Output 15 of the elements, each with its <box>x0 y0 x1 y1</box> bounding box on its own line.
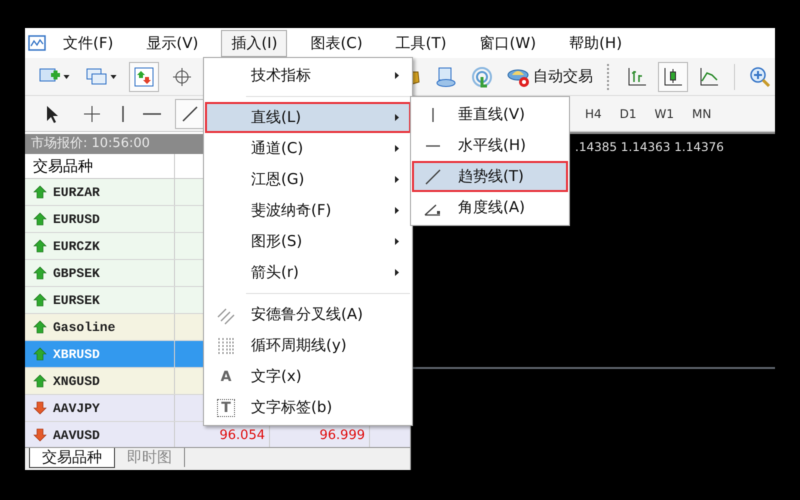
text-tool-icon: A <box>220 368 232 384</box>
price-quote: .14385 1.14363 1.14376 <box>575 140 724 154</box>
text-label-icon: T <box>217 398 235 416</box>
symbol-name: XNGUSD <box>53 374 100 388</box>
symbol-name: GBPSEK <box>53 266 100 280</box>
symbol-name: Gasoline <box>53 320 116 334</box>
symbol-name: EURZAR <box>53 184 100 200</box>
symbol-name: EURSEK <box>53 292 100 308</box>
symbol-name: AAVJPY <box>53 400 100 416</box>
price-text: 96.054 <box>220 428 265 442</box>
symbol-name: AAVUSD <box>53 428 100 442</box>
symbol-name: EURCZK <box>53 238 100 254</box>
symbol-name: EURUSD <box>53 212 100 226</box>
price-text: 96.999 <box>320 428 365 442</box>
symbol-name: XBRUSD <box>53 346 100 362</box>
